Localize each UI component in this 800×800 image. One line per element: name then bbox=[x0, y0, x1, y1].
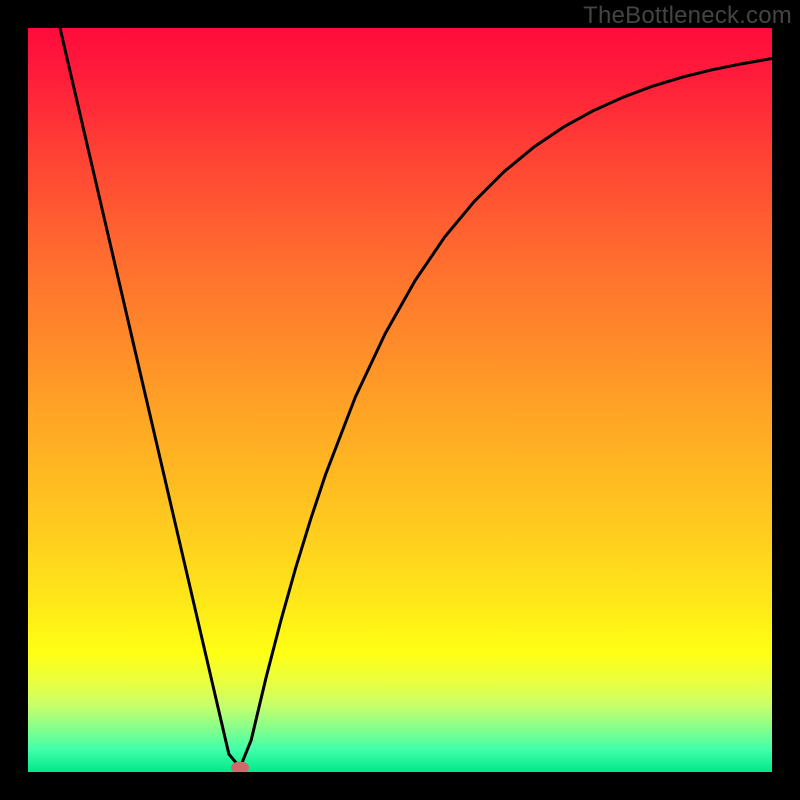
plot-area bbox=[28, 28, 772, 772]
curve-path bbox=[60, 28, 772, 768]
min-marker-icon bbox=[231, 762, 249, 772]
watermark-label: TheBottleneck.com bbox=[583, 2, 792, 30]
bottleneck-curve bbox=[28, 28, 772, 772]
chart-frame: TheBottleneck.com bbox=[0, 0, 800, 800]
